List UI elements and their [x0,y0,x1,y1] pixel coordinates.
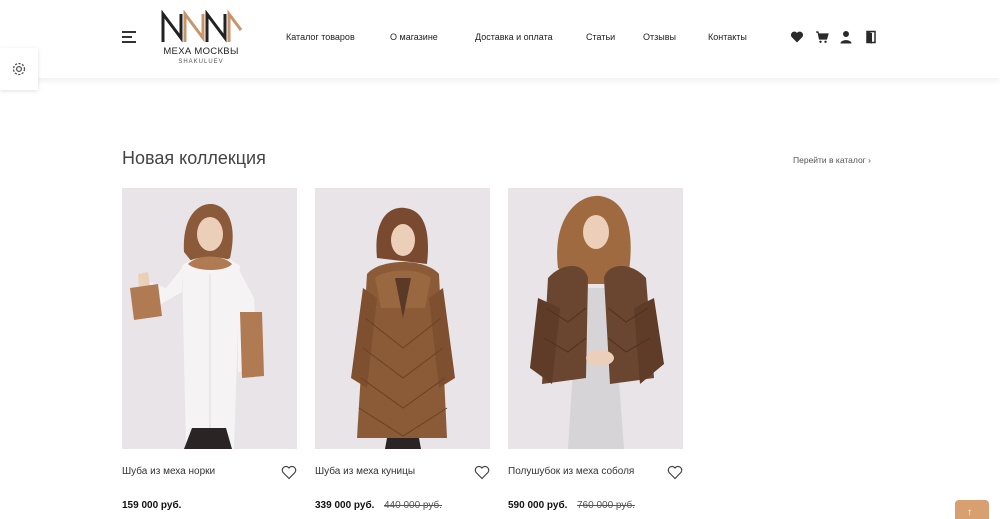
settings-button[interactable] [0,48,38,90]
nav-reviews[interactable]: Отзывы [643,32,676,42]
heart-icon[interactable] [790,30,804,44]
nav-delivery[interactable]: Доставка и оплата [475,32,553,42]
cart-icon[interactable] [815,30,829,44]
product-price: 339 000 руб. [315,500,375,511]
nav-catalog[interactable]: Каталог товаров [286,32,355,42]
arrow-up-icon: ↑ [967,507,972,518]
scroll-to-top-button[interactable]: ↑ [955,500,989,519]
brand-name: МЕХА МОСКВЫ [163,46,239,57]
product-name[interactable]: Шуба из меха норки [122,466,215,477]
product-photo[interactable] [508,188,683,449]
catalog-link[interactable]: Перейти в каталог › [793,155,871,165]
gear-icon [12,62,26,76]
nav-about[interactable]: О магазине [390,32,438,42]
product-name[interactable]: Шуба из меха куницы [315,466,415,477]
menu-burger-icon[interactable] [122,31,136,43]
nav-articles[interactable]: Статьи [586,32,615,42]
site-header: МЕХА МОСКВЫ SHAKULUEV Каталог товаров О … [0,0,1000,78]
logo-mark-icon [161,10,243,43]
favorite-heart-icon[interactable] [281,465,297,480]
product-price: 159 000 руб. [122,500,182,511]
brand-subtitle: SHAKULUEV [178,59,224,65]
product-old-price: 440 000 руб. [384,500,442,511]
nav-contacts[interactable]: Контакты [708,32,747,42]
product-price: 590 000 руб. [508,500,568,511]
favorite-heart-icon[interactable] [667,465,683,480]
user-icon[interactable] [839,30,853,44]
favorite-heart-icon[interactable] [474,465,490,480]
product-photo[interactable] [315,188,490,449]
product-photo[interactable] [122,188,297,449]
door-icon[interactable] [864,30,878,44]
product-name[interactable]: Полушубок из меха соболя [508,466,634,477]
brand-logo[interactable]: МЕХА МОСКВЫ SHAKULUEV [157,10,245,68]
section-title: Новая коллекция [122,148,266,168]
product-old-price: 760 000 руб. [577,500,635,511]
